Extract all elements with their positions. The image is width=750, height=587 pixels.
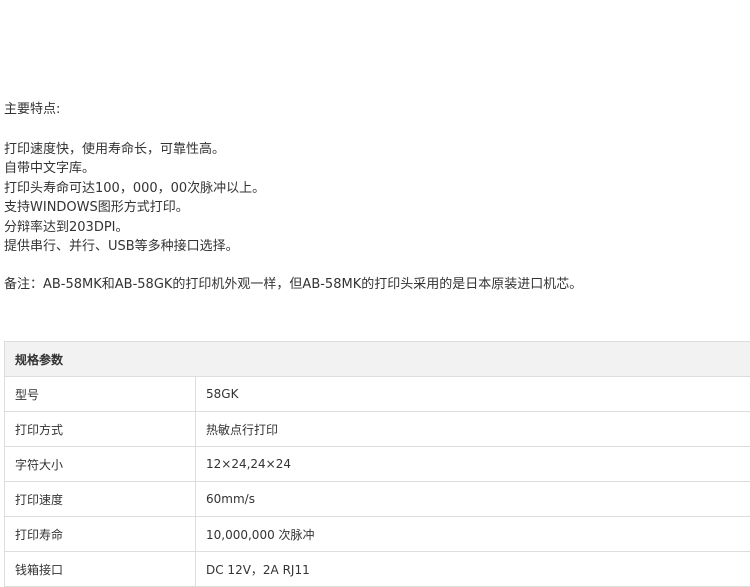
spec-value: 58GK — [196, 377, 750, 412]
spec-label: 打印寿命 — [5, 517, 196, 552]
spec-value: 12×24,24×24 — [196, 447, 750, 482]
table-row: 字符大小 12×24,24×24 — [5, 447, 750, 482]
spec-label: 打印方式 — [5, 412, 196, 447]
spec-table-header-row: 规格参数 — [5, 342, 750, 377]
table-row: 型号 58GK — [5, 377, 750, 412]
features-section: 主要特点: 打印速度快，使用寿命长，可靠性高。 自带中文字库。 打印头寿命可达1… — [4, 100, 750, 307]
table-row: 打印方式 热敏点行打印 — [5, 412, 750, 447]
spec-label: 字符大小 — [5, 447, 196, 482]
spec-table-title: 规格参数 — [5, 342, 750, 377]
feature-line: 打印速度快，使用寿命长，可靠性高。 — [4, 140, 750, 160]
features-heading: 主要特点: — [4, 100, 750, 120]
product-page: { "features": { "heading": "主要特点:", "lin… — [0, 0, 750, 573]
table-row: 打印寿命 10,000,000 次脉冲 — [5, 517, 750, 552]
spec-value: 10,000,000 次脉冲 — [196, 517, 750, 552]
feature-line: 提供串行、并行、USB等多种接口选择。 — [4, 237, 750, 257]
spec-value: DC 12V，2A RJ11 — [196, 552, 750, 587]
spec-value: 60mm/s — [196, 482, 750, 517]
feature-line: 打印头寿命可达100，000，00次脉冲以上。 — [4, 179, 750, 199]
features-note: 备注：AB-58MK和AB-58GK的打印机外观一样，但AB-58MK的打印头采… — [4, 275, 750, 295]
table-row: 钱箱接口 DC 12V，2A RJ11 — [5, 552, 750, 587]
table-row: 打印速度 60mm/s — [5, 482, 750, 517]
feature-line: 分辩率达到203DPI。 — [4, 218, 750, 238]
spec-label: 打印速度 — [5, 482, 196, 517]
feature-line: 自带中文字库。 — [4, 159, 750, 179]
spec-value: 热敏点行打印 — [196, 412, 750, 447]
spec-table: 规格参数 型号 58GK 打印方式 热敏点行打印 字符大小 12×24,24×2… — [4, 341, 750, 587]
feature-line: 支持WINDOWS图形方式打印。 — [4, 198, 750, 218]
spec-label: 型号 — [5, 377, 196, 412]
spec-label: 钱箱接口 — [5, 552, 196, 587]
spec-table-section: 规格参数 型号 58GK 打印方式 热敏点行打印 字符大小 12×24,24×2… — [4, 341, 750, 587]
